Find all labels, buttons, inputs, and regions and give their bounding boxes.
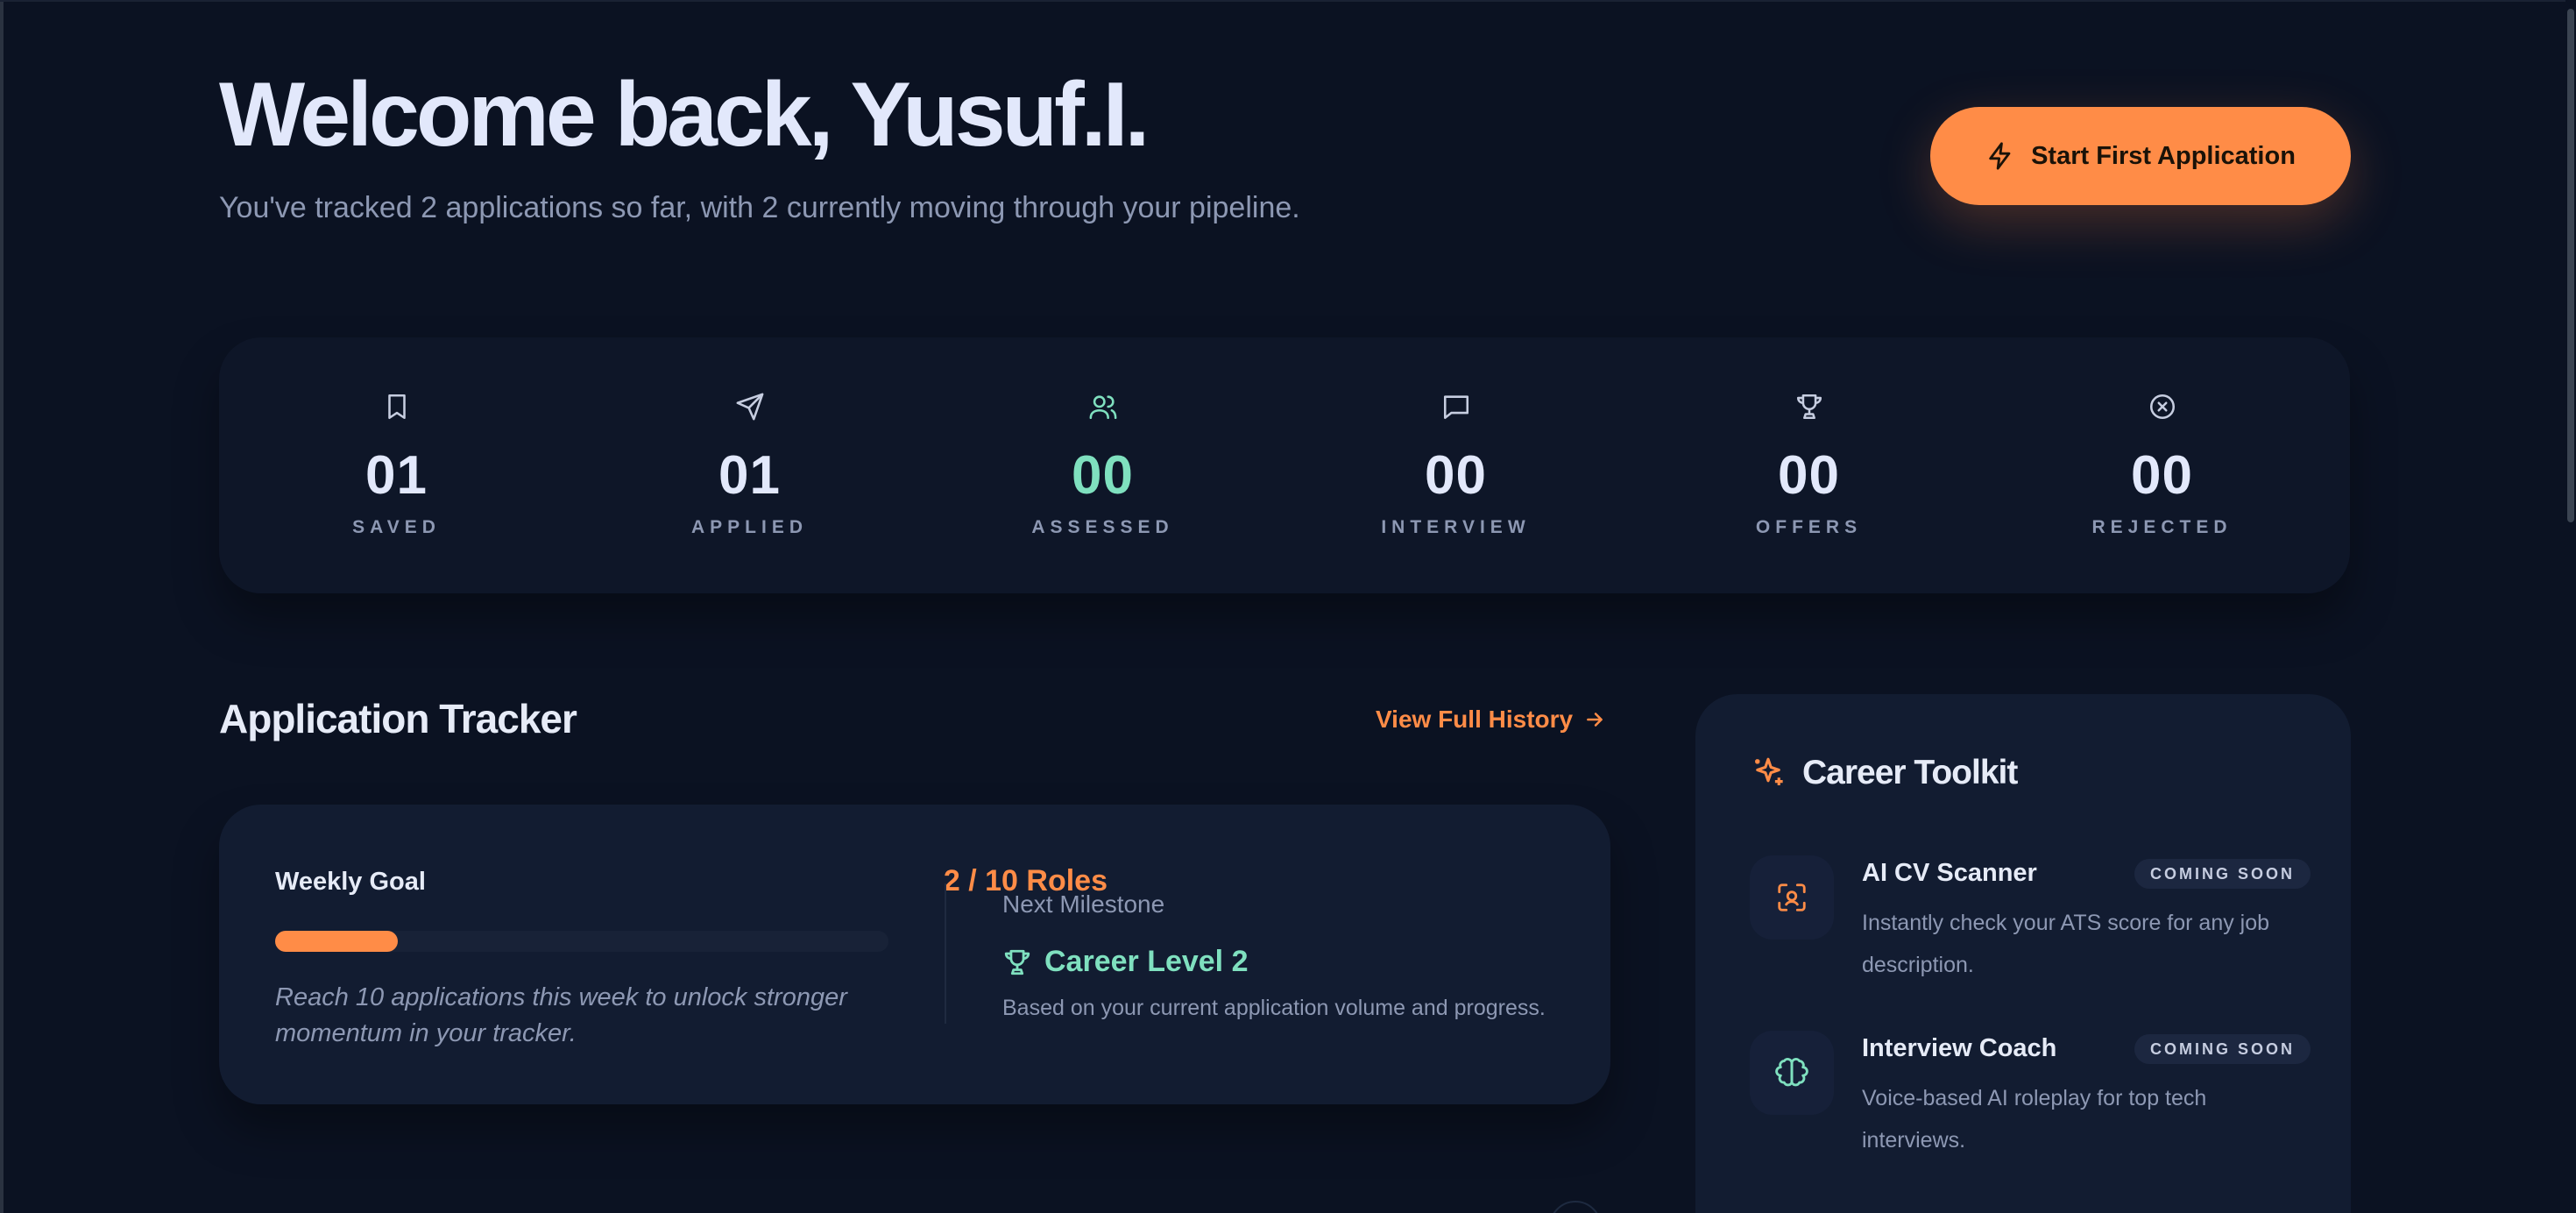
stat-rejected-value: 00 xyxy=(2131,445,2193,506)
tool-name: AI CV Scanner xyxy=(1862,859,2037,887)
card-divider xyxy=(945,883,946,1024)
message-icon xyxy=(1443,395,1468,420)
page-scrollbar[interactable] xyxy=(2565,0,2576,1213)
page-title: Welcome back, Yusuf.I. xyxy=(219,64,1150,166)
stat-rejected-label: REJECTED xyxy=(2091,517,2233,537)
next-milestone-label: Next Milestone xyxy=(1002,890,1165,918)
career-toolkit-title: Career Toolkit xyxy=(1802,754,2018,791)
stat-interview[interactable]: 00 INTERVIEW xyxy=(1278,337,1633,593)
weekly-goal-progress-bar xyxy=(275,931,888,952)
trophy-icon xyxy=(1796,394,1822,420)
view-full-history-link[interactable]: View Full History xyxy=(1376,706,1606,734)
tool-description: Voice-based AI roleplay for top tech int… xyxy=(1862,1086,2207,1153)
x-circle-icon xyxy=(2149,394,2175,420)
weekly-goal-note: Reach 10 applications this week to unloc… xyxy=(275,983,847,1047)
stat-applied[interactable]: 01 APPLIED xyxy=(572,337,927,593)
weekly-goal-progress-fill xyxy=(275,931,398,952)
arrow-right-icon xyxy=(1587,713,1603,727)
window-left-edge xyxy=(0,0,4,1213)
career-toolkit-header: Career Toolkit xyxy=(1750,754,2018,792)
bookmark-icon xyxy=(387,394,406,420)
window-top-edge xyxy=(0,0,2576,2)
stat-rejected[interactable]: 00 REJECTED xyxy=(1985,337,2339,593)
tool-icon-tile xyxy=(1750,1031,1834,1115)
tool-description: Instantly check your ATS score for any j… xyxy=(1862,911,2270,977)
tool-name: Interview Coach xyxy=(1862,1034,2057,1062)
lightning-icon xyxy=(1989,142,2011,170)
coming-soon-badge: COMING SOON xyxy=(2134,1034,2311,1064)
stat-offers-label: OFFERS xyxy=(1755,517,1863,537)
stat-saved-value: 01 xyxy=(365,445,428,506)
stat-applied-value: 01 xyxy=(718,445,781,506)
stat-assessed-label: ASSESSED xyxy=(1031,517,1174,537)
milestone-row: Career Level 2 xyxy=(1002,945,1249,979)
stat-offers[interactable]: 00 OFFERS xyxy=(1631,337,1986,593)
view-full-history-label: View Full History xyxy=(1376,706,1574,733)
scroll-to-top-button[interactable] xyxy=(1549,1201,1602,1213)
users-icon xyxy=(1089,395,1116,420)
start-first-application-button[interactable]: Start First Application xyxy=(1930,107,2351,205)
scrollbar-thumb[interactable] xyxy=(2567,9,2574,522)
milestone-name: Career Level 2 xyxy=(1044,945,1249,978)
weekly-goal-label: Weekly Goal xyxy=(275,868,426,896)
scan-icon xyxy=(1778,883,1806,912)
tool-icon-tile xyxy=(1750,855,1834,940)
weekly-goal-card: Weekly Goal 2 / 10 Roles Reach 10 applic… xyxy=(219,805,1610,1104)
trophy-icon xyxy=(1004,949,1030,975)
page-subtitle: You've tracked 2 applications so far, wi… xyxy=(219,191,1300,224)
start-first-application-label: Start First Application xyxy=(2031,141,2296,170)
milestone-description: Based on your current application volume… xyxy=(1002,996,1546,1020)
stat-offers-value: 00 xyxy=(1778,445,1840,506)
sparkles-icon xyxy=(1755,757,1783,785)
career-toolkit-panel: Career Toolkit AI CV Scanner COMING SOON… xyxy=(1695,694,2351,1213)
stat-saved-label: SAVED xyxy=(352,517,441,537)
send-icon xyxy=(736,393,763,421)
stat-saved[interactable]: 01 SAVED xyxy=(219,337,574,593)
stat-assessed[interactable]: 00 ASSESSED xyxy=(925,337,1280,593)
stat-applied-label: APPLIED xyxy=(690,517,808,537)
stat-interview-label: INTERVIEW xyxy=(1381,517,1531,537)
stat-interview-value: 00 xyxy=(1425,445,1487,506)
coming-soon-badge: COMING SOON xyxy=(2134,859,2311,889)
application-tracker-title: Application Tracker xyxy=(219,696,577,741)
stat-assessed-value: 00 xyxy=(1072,445,1134,506)
pipeline-stats-card: 01 SAVED 01 APPLIED 00 ASSESSED 00 INTER… xyxy=(219,337,2350,593)
brain-icon xyxy=(1775,1058,1808,1087)
